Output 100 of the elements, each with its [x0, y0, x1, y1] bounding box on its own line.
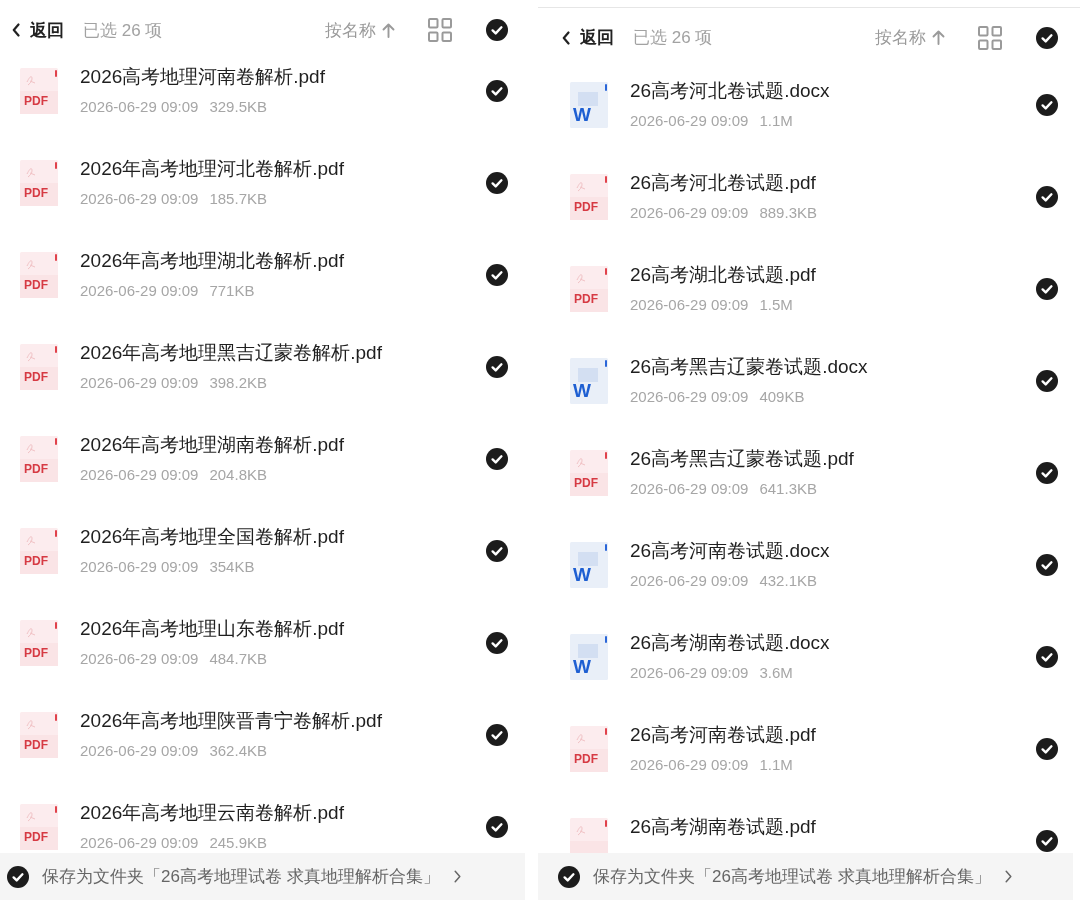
- file-name: 2026高考地理河南卷解析.pdf: [80, 65, 326, 89]
- selection-count: 已选 26 项: [633, 27, 713, 49]
- word-document-icon: W: [570, 82, 608, 128]
- chevron-right-icon: [453, 870, 461, 883]
- file-size: 204.8KB: [209, 465, 267, 485]
- select-all-checkbox[interactable]: [486, 19, 508, 41]
- save-as-folder-bar[interactable]: 保存为文件夹「26高考地理试卷 求真地理解析合集」: [538, 853, 1073, 900]
- file-name: 26高考黑吉辽蒙卷试题.pdf: [630, 447, 855, 471]
- file-checkbox[interactable]: [1036, 186, 1058, 208]
- file-size: 409KB: [759, 387, 805, 407]
- file-date: 2026-06-29 09:09: [630, 295, 749, 315]
- sort-button[interactable]: 按名称: [325, 18, 395, 42]
- file-name: 26高考黑吉辽蒙卷试题.docx: [630, 355, 869, 379]
- chevron-left-icon: [12, 23, 20, 37]
- file-name: 26高考河南卷试题.pdf: [630, 723, 817, 747]
- file-checkbox[interactable]: [486, 816, 508, 838]
- file-checkbox[interactable]: [1036, 462, 1058, 484]
- file-date: 2026-06-29 09:09: [80, 281, 199, 301]
- file-checkbox[interactable]: [1036, 554, 1058, 576]
- pdf-file-icon: PDF: [570, 726, 608, 772]
- file-checkbox[interactable]: [486, 80, 508, 102]
- file-name: 2026年高考地理河北卷解析.pdf: [80, 157, 345, 181]
- file-name: 2026年高考地理云南卷解析.pdf: [80, 801, 345, 825]
- grid-view-icon[interactable]: [978, 25, 1002, 50]
- back-button[interactable]: 返回: [562, 26, 614, 49]
- file-date: 2026-06-29 09:09: [80, 649, 199, 669]
- pdf-file-icon: PDF: [20, 804, 58, 850]
- file-size: 1.1M: [759, 755, 793, 775]
- grid-view-icon[interactable]: [428, 18, 452, 42]
- file-checkbox[interactable]: [486, 264, 508, 286]
- file-size: 771KB: [209, 281, 255, 301]
- selection-count: 已选 26 项: [83, 19, 163, 42]
- file-checkbox[interactable]: [1036, 738, 1058, 760]
- file-date: 2026-06-29 09:09: [630, 387, 749, 407]
- file-checkbox[interactable]: [486, 632, 508, 654]
- save-folder-label: 保存为文件夹「26高考地理试卷 求真地理解析合集」: [42, 866, 440, 888]
- save-folder-checkbox[interactable]: [7, 865, 29, 888]
- select-all-checkbox[interactable]: [1036, 26, 1058, 49]
- file-name: 2026年高考地理黑吉辽蒙卷解析.pdf: [80, 341, 383, 365]
- file-size: 398.2KB: [209, 373, 267, 393]
- file-name: 26高考湖南卷试题.pdf: [630, 815, 817, 839]
- pdf-file-icon: PDF: [20, 436, 58, 482]
- file-size: 362.4KB: [209, 741, 267, 761]
- save-as-folder-bar[interactable]: 保存为文件夹「26高考地理试卷 求真地理解析合集」: [0, 853, 525, 900]
- file-size: 432.1KB: [759, 571, 817, 591]
- pdf-file-icon: PDF: [570, 450, 608, 496]
- file-date: 2026-06-29 09:09: [80, 373, 199, 393]
- file-size: 1.1M: [759, 111, 793, 131]
- file-date: 2026-06-29 09:09: [80, 97, 199, 117]
- pdf-file-icon: PDF: [20, 160, 58, 206]
- pdf-file-icon: PDF: [20, 344, 58, 390]
- pdf-file-icon: PDF: [20, 712, 58, 758]
- file-name: 26高考湖南卷试题.docx: [630, 631, 831, 655]
- word-document-icon: W: [570, 634, 608, 680]
- file-name: 26高考湖北卷试题.pdf: [630, 263, 817, 287]
- file-size: 354KB: [209, 557, 255, 577]
- file-date: 2026-06-29 09:09: [80, 189, 199, 209]
- file-size: 889.3KB: [759, 203, 817, 223]
- file-checkbox[interactable]: [1036, 94, 1058, 116]
- file-date: 2026-06-29 09:09: [80, 833, 199, 853]
- word-document-icon: W: [570, 358, 608, 404]
- file-checkbox[interactable]: [486, 540, 508, 562]
- file-checkbox[interactable]: [486, 172, 508, 194]
- file-date: 2026-06-29 09:09: [80, 741, 199, 761]
- file-checkbox[interactable]: [1036, 278, 1058, 300]
- file-size: 185.7KB: [209, 189, 267, 209]
- file-name: 26高考河北卷试题.docx: [630, 79, 831, 103]
- arrow-up-icon: [932, 30, 945, 45]
- file-checkbox[interactable]: [1036, 370, 1058, 392]
- chevron-right-icon: [1004, 870, 1012, 883]
- pdf-file-icon: [570, 818, 608, 853]
- file-checkbox[interactable]: [1036, 646, 1058, 668]
- file-name: 2026年高考地理山东卷解析.pdf: [80, 617, 345, 641]
- file-checkbox[interactable]: [1036, 830, 1058, 852]
- save-folder-checkbox[interactable]: [558, 865, 580, 888]
- pdf-file-icon: PDF: [570, 266, 608, 312]
- save-folder-label: 保存为文件夹「26高考地理试卷 求真地理解析合集」: [593, 866, 991, 888]
- file-date: 2026-06-29 09:09: [630, 203, 749, 223]
- pdf-file-icon: PDF: [20, 68, 58, 114]
- file-date: 2026-06-29 09:09: [630, 479, 749, 499]
- file-size: 484.7KB: [209, 649, 267, 669]
- file-name: 2026年高考地理陕晋青宁卷解析.pdf: [80, 709, 383, 733]
- file-checkbox[interactable]: [486, 448, 508, 470]
- pdf-file-icon: PDF: [570, 174, 608, 220]
- file-size: 641.3KB: [759, 479, 817, 499]
- word-document-icon: W: [570, 542, 608, 588]
- file-name: 26高考河北卷试题.pdf: [630, 171, 817, 195]
- file-date: 2026-06-29 09:09: [630, 755, 749, 775]
- file-checkbox[interactable]: [486, 724, 508, 746]
- arrow-up-icon: [382, 22, 395, 38]
- back-button[interactable]: 返回: [12, 18, 64, 42]
- file-date: 2026-06-29 09:09: [630, 571, 749, 591]
- file-date: 2026-06-29 09:09: [630, 663, 749, 683]
- file-size: 1.5M: [759, 295, 793, 315]
- sort-button[interactable]: 按名称: [875, 26, 945, 49]
- file-date: 2026-06-29 09:09: [80, 465, 199, 485]
- file-date: 2026-06-29 09:09: [630, 111, 749, 131]
- file-checkbox[interactable]: [486, 356, 508, 378]
- file-name: 2026年高考地理湖北卷解析.pdf: [80, 249, 345, 273]
- pdf-file-icon: PDF: [20, 528, 58, 574]
